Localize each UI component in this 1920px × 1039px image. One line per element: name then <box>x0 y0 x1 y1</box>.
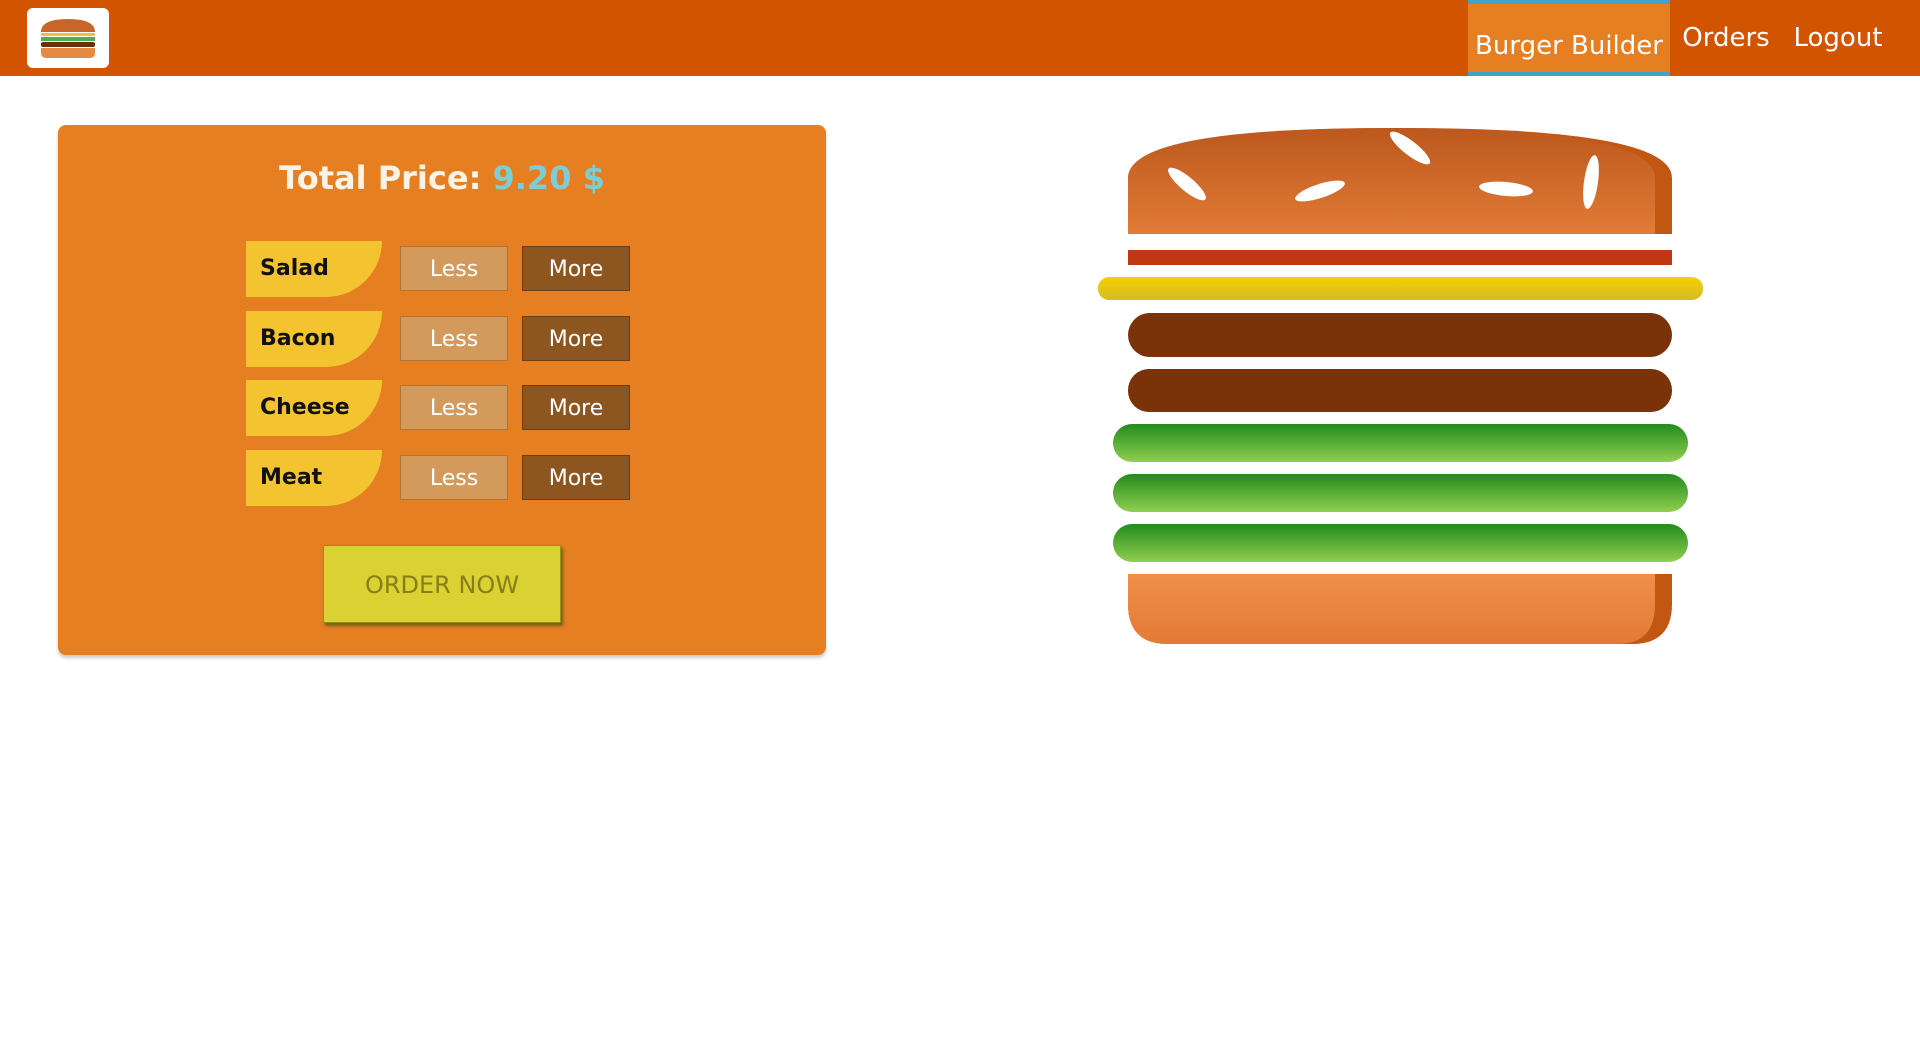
ingredient-label: Cheese <box>246 380 382 436</box>
meat-layer <box>1128 313 1672 357</box>
bacon-less-button[interactable]: Less <box>400 316 508 361</box>
ingredient-label: Salad <box>246 241 382 297</box>
build-controls: Total Price: 9.20 $ Salad Less More Baco… <box>58 125 826 655</box>
meat-more-button[interactable]: More <box>522 455 630 500</box>
cheese-layer <box>1098 277 1703 300</box>
salad-layer <box>1113 524 1688 562</box>
bread-top <box>1128 128 1672 247</box>
total-price: Total Price: 9.20 $ <box>58 159 826 197</box>
cheese-more-button[interactable]: More <box>522 385 630 430</box>
control-row-meat: Meat Less More <box>246 450 646 506</box>
price-value: 9.20 $ <box>492 159 605 197</box>
burger-logo-icon[interactable] <box>27 8 109 68</box>
bread-bottom <box>1128 574 1672 644</box>
price-label: Total Price: <box>279 159 482 197</box>
bacon-more-button[interactable]: More <box>522 316 630 361</box>
ingredient-label: Bacon <box>246 311 382 367</box>
meat-less-button[interactable]: Less <box>400 455 508 500</box>
ingredient-label: Meat <box>246 450 382 506</box>
order-now-button[interactable]: ORDER NOW <box>323 545 561 623</box>
salad-more-button[interactable]: More <box>522 246 630 291</box>
cheese-less-button[interactable]: Less <box>400 385 508 430</box>
control-row-bacon: Bacon Less More <box>246 311 646 367</box>
control-row-salad: Salad Less More <box>246 241 646 297</box>
salad-layer <box>1113 474 1688 512</box>
salad-less-button[interactable]: Less <box>400 246 508 291</box>
nav-orders[interactable]: Orders <box>1680 0 1772 76</box>
nav-burger-builder[interactable]: Burger Builder <box>1468 0 1670 76</box>
meat-layer <box>1128 369 1672 412</box>
control-row-cheese: Cheese Less More <box>246 380 646 436</box>
burger-preview <box>1098 128 1703 644</box>
salad-layer <box>1113 424 1688 462</box>
toolbar: Burger Builder Orders Logout <box>0 0 1920 76</box>
burger-logo-icon-graphic <box>41 19 95 58</box>
bacon-layer <box>1128 250 1672 265</box>
nav-logout[interactable]: Logout <box>1790 0 1886 76</box>
